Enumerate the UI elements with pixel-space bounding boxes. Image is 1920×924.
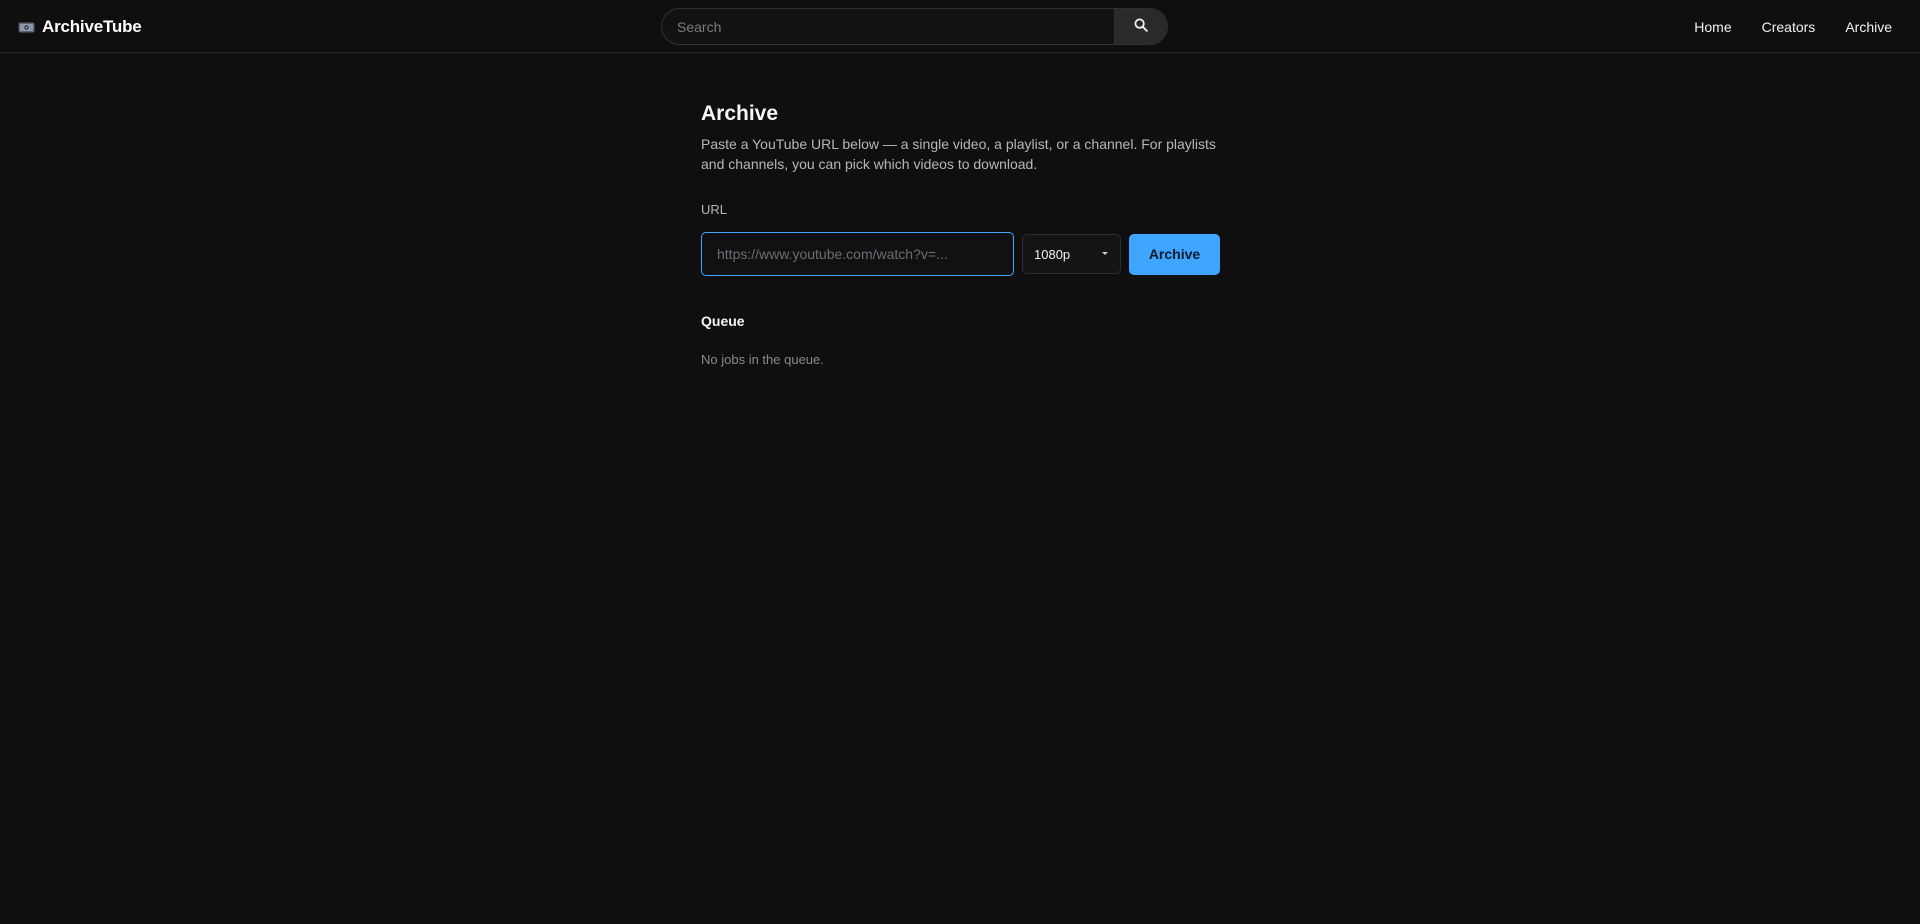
brand-link[interactable]: ArchiveTube — [18, 15, 142, 39]
nav-home[interactable]: Home — [1694, 18, 1731, 36]
archive-page: Archive Paste a YouTube URL below — a si… — [701, 100, 1221, 368]
url-input[interactable] — [701, 232, 1014, 276]
quality-select[interactable]: 1080p — [1022, 234, 1121, 274]
chevron-down-icon — [1102, 252, 1108, 255]
page-title: Archive — [701, 102, 779, 125]
search-button[interactable] — [1114, 9, 1167, 44]
url-label: URL — [701, 202, 728, 217]
queue-title: Queue — [701, 313, 745, 329]
quality-selected-value: 1080p — [1034, 246, 1071, 262]
page-description: Paste a YouTube URL below — a single vid… — [701, 136, 1216, 172]
main-nav: Home Creators Archive — [1694, 18, 1892, 36]
nav-archive[interactable]: Archive — [1845, 18, 1892, 36]
nav-creators[interactable]: Creators — [1762, 18, 1816, 36]
search-input[interactable] — [662, 9, 1114, 44]
top-bar: ArchiveTube Home Creators Archive — [0, 0, 1920, 53]
film-reel-icon — [18, 21, 35, 34]
brand-name: ArchiveTube — [42, 17, 142, 36]
search-bar — [661, 8, 1168, 45]
queue-empty-message: No jobs in the queue. — [701, 352, 824, 367]
archive-button[interactable]: Archive — [1129, 233, 1220, 275]
search-icon — [1134, 18, 1148, 35]
archive-form: 1080p Archive — [701, 232, 1221, 276]
